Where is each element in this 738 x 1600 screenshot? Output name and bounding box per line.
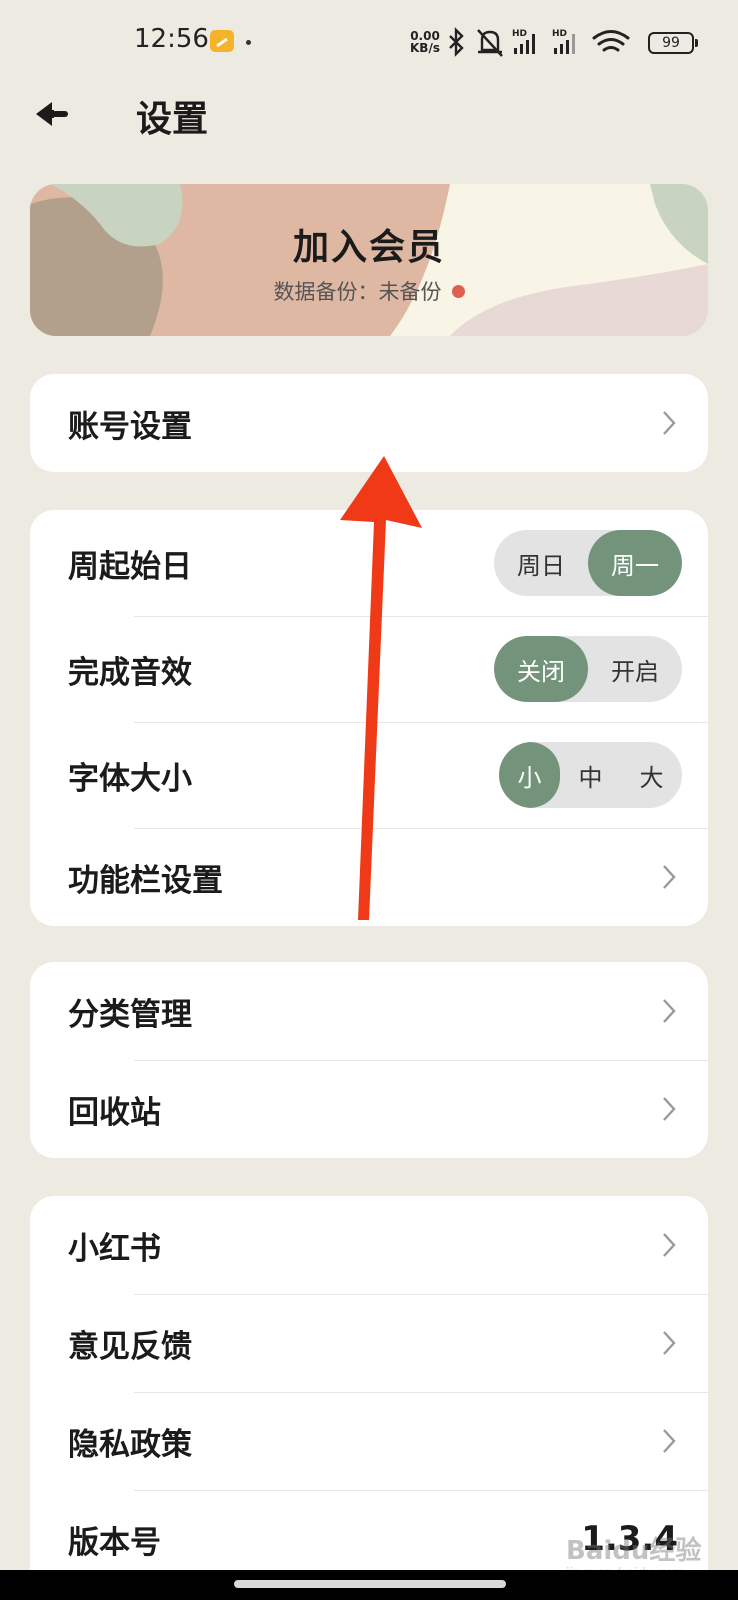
backup-status-text: 数据备份：未备份 (273, 280, 442, 304)
recycle-bin-row[interactable]: 回收站 (30, 1060, 708, 1158)
week-start-sunday-option[interactable]: 周日 (494, 530, 588, 596)
font-size-medium-option[interactable]: 中 (560, 742, 621, 808)
status-bar: 12:56 0.00 KB/s HD HD 99 (0, 0, 738, 84)
feedback-label: 意见反馈 (68, 1328, 192, 1365)
join-membership-banner[interactable]: 加入会员 数据备份：未备份 (30, 184, 708, 336)
week-start-monday-option[interactable]: 周一 (588, 530, 682, 596)
font-size-row: 字体大小 小 中 大 (30, 722, 708, 828)
about-card: 小红书 意见反馈 隐私政策 版本号 1.3.4 (30, 1196, 708, 1570)
xiaohongshu-row[interactable]: 小红书 (30, 1196, 708, 1294)
font-size-label: 字体大小 (68, 760, 192, 797)
battery-indicator: 99 (648, 32, 698, 54)
sound-on-option[interactable]: 开启 (588, 636, 682, 702)
font-size-small-option[interactable]: 小 (499, 742, 560, 808)
toolbar-settings-label: 功能栏设置 (68, 862, 223, 899)
account-settings-label: 账号设置 (68, 408, 192, 445)
home-indicator[interactable] (234, 1580, 506, 1588)
chevron-right-icon (663, 411, 676, 435)
back-arrow-icon[interactable] (32, 96, 76, 132)
watermark-brand: Baidu经验 (566, 1536, 702, 1566)
chevron-right-icon (663, 1429, 676, 1453)
account-card: 账号设置 (30, 374, 708, 472)
xiaohongshu-label: 小红书 (68, 1230, 161, 1267)
completion-sound-label: 完成音效 (68, 654, 192, 691)
chevron-right-icon (663, 865, 676, 889)
privacy-policy-row[interactable]: 隐私政策 (30, 1392, 708, 1490)
font-size-toggle: 小 中 大 (499, 742, 682, 808)
battery-level: 99 (662, 35, 680, 51)
chevron-right-icon (663, 1233, 676, 1257)
chevron-right-icon (663, 1331, 676, 1355)
chevron-right-icon (663, 1097, 676, 1121)
week-start-toggle: 周日 周一 (494, 530, 682, 596)
version-label: 版本号 (68, 1524, 161, 1561)
signal-hd-2-icon: HD (552, 29, 575, 54)
svg-text:HD: HD (552, 29, 567, 39)
category-manage-row[interactable]: 分类管理 (30, 962, 708, 1060)
font-size-large-option[interactable]: 大 (621, 742, 682, 808)
completion-sound-toggle: 关闭 开启 (494, 636, 682, 702)
privacy-policy-label: 隐私政策 (68, 1426, 192, 1463)
network-speed: 0.00 KB/s (410, 30, 440, 54)
status-icons: HD HD (449, 27, 630, 57)
wifi-icon (592, 30, 630, 52)
banner-title: 加入会员 (292, 227, 445, 268)
week-start-label: 周起始日 (68, 548, 192, 585)
feedback-row[interactable]: 意见反馈 (30, 1294, 708, 1392)
toolbar-settings-row[interactable]: 功能栏设置 (30, 828, 708, 926)
preferences-card: 周起始日 周日 周一 完成音效 关闭 开启 字体大小 小 中 大 功能栏设置 (30, 510, 708, 926)
category-manage-label: 分类管理 (68, 996, 192, 1033)
completion-sound-row: 完成音效 关闭 开启 (30, 616, 708, 722)
management-card: 分类管理 回收站 (30, 962, 708, 1158)
sound-off-option[interactable]: 关闭 (494, 636, 588, 702)
network-speed-unit: KB/s (410, 41, 440, 55)
status-time: 12:56 (134, 24, 209, 54)
backup-status-dot (451, 285, 465, 298)
chevron-right-icon (663, 999, 676, 1023)
notification-dot-icon (246, 40, 251, 45)
backup-status: 数据备份：未备份 (30, 276, 708, 306)
svg-text:HD: HD (512, 29, 527, 39)
mute-bell-icon (477, 29, 503, 57)
recycle-bin-label: 回收站 (68, 1094, 161, 1131)
notes-app-icon (210, 30, 234, 52)
week-start-row: 周起始日 周日 周一 (30, 510, 708, 616)
page-title: 设置 (136, 99, 209, 140)
signal-hd-1-icon: HD (512, 29, 535, 54)
bluetooth-icon (449, 27, 464, 57)
account-settings-row[interactable]: 账号设置 (30, 374, 708, 472)
